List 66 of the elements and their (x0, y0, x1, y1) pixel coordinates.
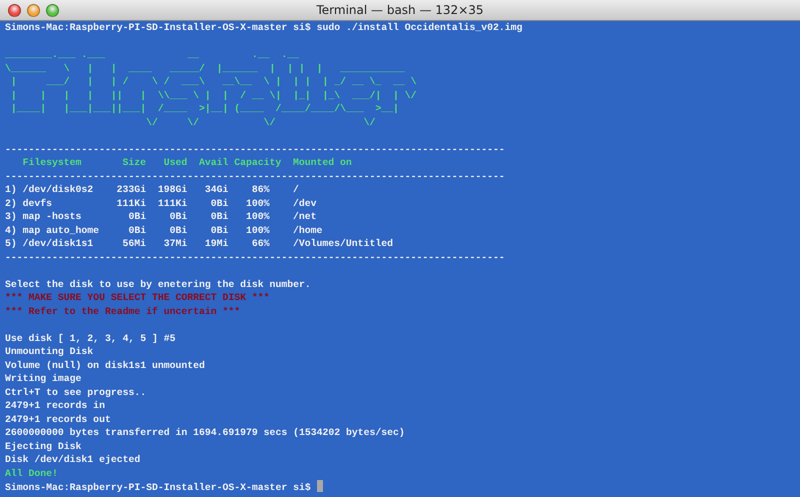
table-cell: 86% (252, 184, 270, 195)
table-cell: 0Bi (170, 224, 188, 236)
column-header: Used (164, 157, 188, 168)
text-cursor (316, 480, 323, 492)
terminal-line: Writing image (5, 373, 82, 384)
table-cell: /dev (293, 198, 317, 208)
column-header: Size (122, 157, 146, 168)
table-cell: 5) /dev/disk1s1 (5, 238, 94, 249)
table-cell: 0Bi (128, 224, 146, 236)
table-cell: 56Mi (122, 238, 146, 249)
window-title: Terminal — bash — 132×35 (316, 3, 484, 17)
terminal-line: Select the disk to use by enetering the disk number. (5, 278, 311, 290)
column-header: Capacity (234, 157, 282, 168)
ascii-art-line: \______ \ | | ____ _____/ |______ | | | | ___________ (5, 62, 405, 74)
terminal-line: Simons-Mac:Raspberry-PI-SD-Installer-OS-X-master si$ (5, 482, 311, 493)
column-header: Avail (198, 157, 228, 168)
table-cell: 111Ki (158, 198, 188, 208)
table-cell: 0Bi (210, 224, 228, 236)
ascii-art-line: | | | | || | \\___ \ | | / __ \| |_| |_\ ___/| | \/ (10, 90, 417, 100)
column-header: Filesystem (22, 157, 82, 168)
terminal-line: Ejecting Disk (5, 440, 82, 452)
terminal-line: Disk /dev/disk1 ejected (5, 454, 140, 465)
terminal-line: Ctrl+T to see progress.. (5, 386, 146, 398)
terminal-line: ------------------------------------------------------------------------------------- (5, 144, 505, 154)
close-button[interactable] (8, 4, 21, 16)
terminal-line: 2479+1 records in (5, 400, 105, 411)
table-cell: 0Bi (210, 198, 228, 208)
table-cell: 19Mi (204, 238, 228, 249)
table-cell: / (293, 184, 299, 195)
zoom-button[interactable] (46, 4, 59, 16)
column-header: Mounted on (293, 157, 352, 168)
table-cell: 66% (252, 238, 270, 249)
table-cell: 100% (246, 198, 270, 208)
table-cell: 34Gi (204, 184, 228, 195)
terminal-line: 2600000000 bytes transferred in 1694.691979 secs (1534202 bytes/sec) (5, 427, 405, 438)
table-cell: 2) devfs (5, 198, 52, 208)
ascii-art-line: \/ \/ \/ \/ (145, 116, 376, 128)
terminal-line: *** Refer to the Readme if uncertain *** (5, 306, 240, 316)
table-cell: 111Ki (116, 198, 146, 208)
minimize-button[interactable] (27, 4, 40, 16)
table-cell: 233Gi (116, 184, 146, 195)
terminal-line: ------------------------------------------------------------------------------------- (5, 252, 505, 262)
terminal-line: Use disk [ 1, 2, 3, 4, 5 ] #5 (5, 332, 176, 344)
ascii-art-line: |____| |___|___||___| /____ >|__| (____ /____/____/\___ >__| (10, 103, 399, 114)
table-cell: /net (293, 211, 317, 222)
table-cell: 198Gi (158, 184, 188, 195)
table-cell: /home (293, 224, 322, 236)
table-cell: 100% (246, 224, 270, 236)
terminal-line: 2479+1 records out (5, 414, 111, 424)
ascii-art-line: | ___/ | | / \ / ___\ __\__ \ | | | | _/ __ \_ __ \ (10, 76, 417, 87)
table-cell: 100% (246, 211, 270, 222)
terminal-line: *** MAKE SURE YOU SELECT THE CORRECT DISK *** (5, 292, 270, 303)
terminal-line: Volume (null) on disk1s1 unmounted (5, 360, 205, 370)
terminal-line: Simons-Mac:Raspberry-PI-SD-Installer-OS-X-master si$ sudo ./install Occidentalis_v02.img (5, 22, 522, 33)
table-cell: 0Bi (128, 211, 146, 222)
table-cell: 1) /dev/disk0s2 (5, 184, 94, 195)
table-cell: /Volumes/Untitled (293, 238, 393, 249)
table-cell: 0Bi (170, 211, 188, 222)
terminal-line: ------------------------------------------------------------------------------------- (5, 170, 505, 182)
table-cell: 4) map auto_home (5, 224, 100, 236)
ascii-art-line: ________.___ .___ __ .__ .__ (5, 49, 299, 60)
terminal-line: All Done! (5, 468, 58, 478)
table-cell: 0Bi (210, 211, 228, 222)
table-cell: 37Mi (164, 238, 188, 249)
table-cell: 3) map -hosts (5, 211, 82, 222)
terminal-line: Unmounting Disk (5, 346, 94, 357)
